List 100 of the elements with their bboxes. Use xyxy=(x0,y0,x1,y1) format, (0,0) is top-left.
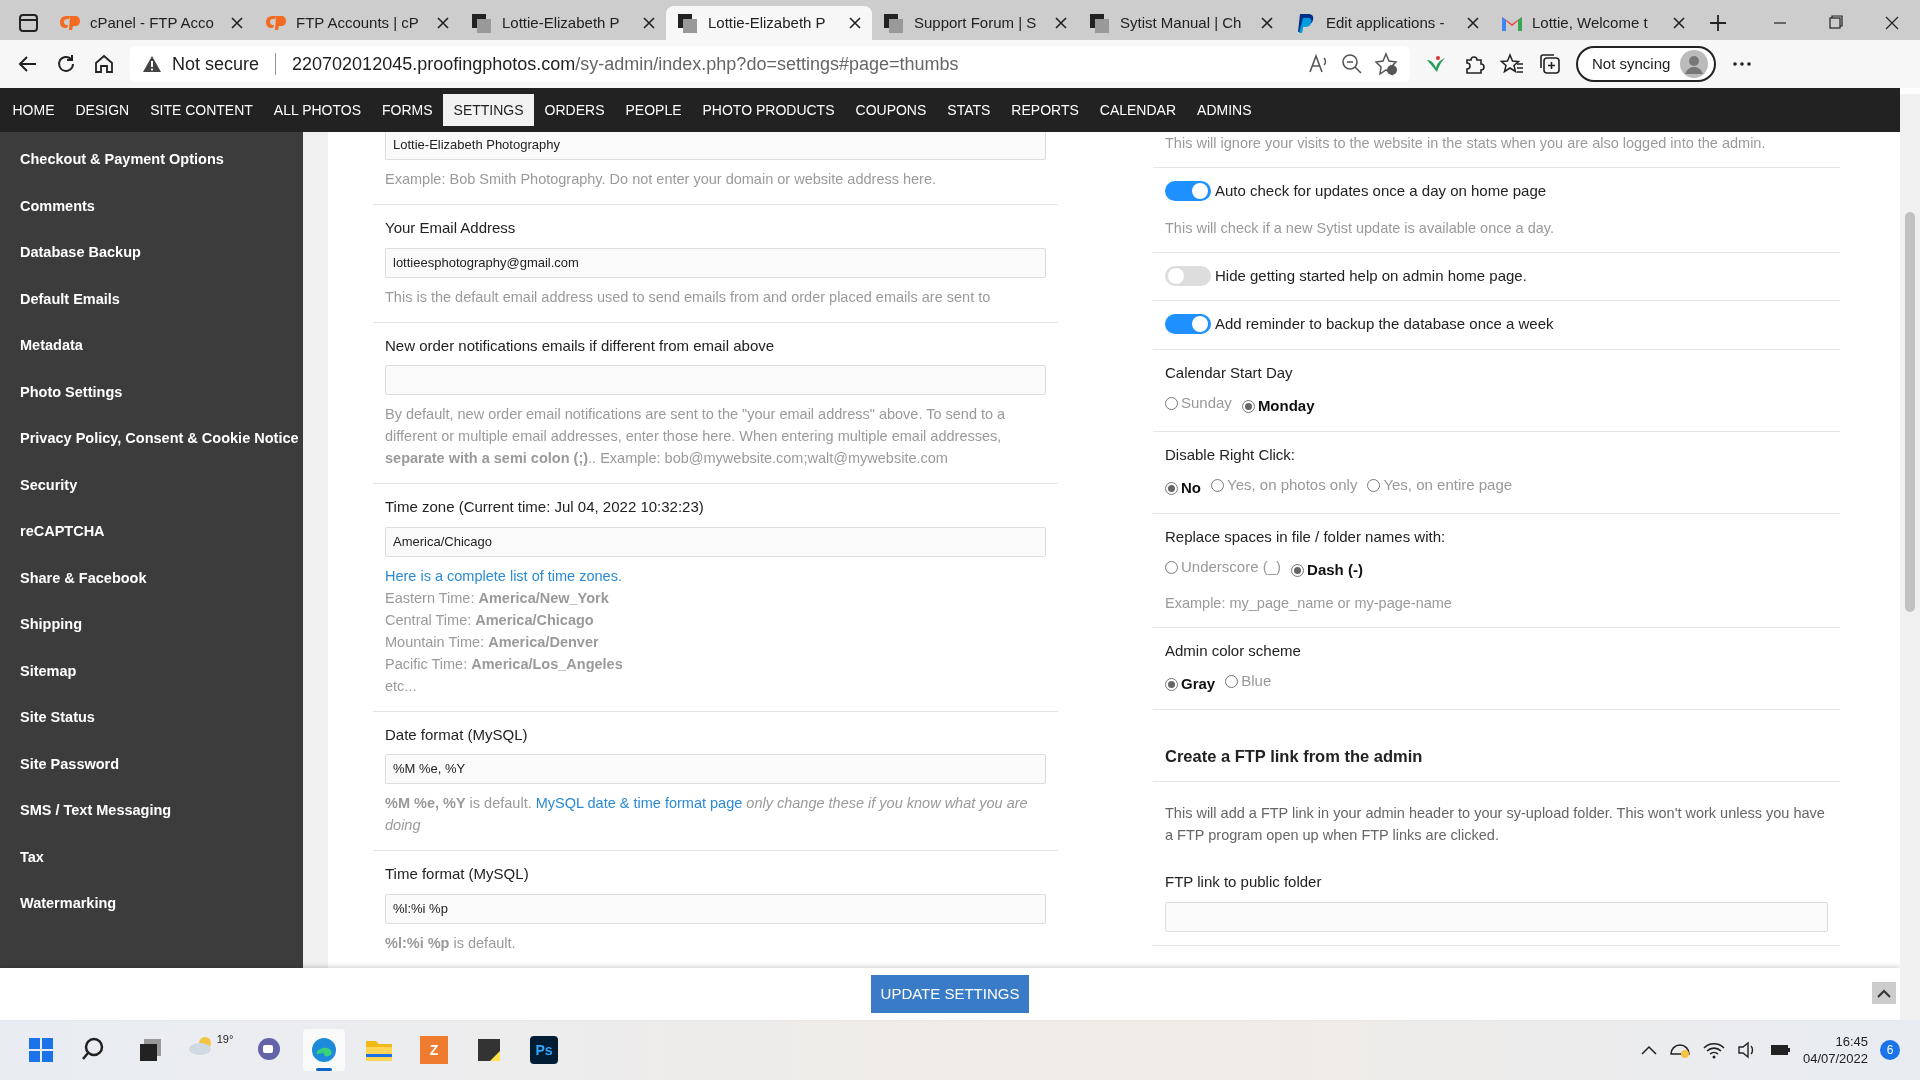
help-text: This will ignore your visits to the website in the stats when you are also logged into the admin. xyxy=(1165,134,1767,153)
close-icon[interactable] xyxy=(1672,16,1686,30)
radio-button[interactable] xyxy=(1291,563,1305,577)
sidebar-item[interactable]: Database Backup xyxy=(0,230,303,277)
scrollbar[interactable] xyxy=(1900,94,1920,1020)
field-label: Replace spaces in file / folder names with: xyxy=(1165,526,1447,547)
input-field[interactable]: %M %e, %Y xyxy=(385,754,1046,784)
sidebar-item[interactable]: SMS / Text Messaging xyxy=(0,788,303,835)
radio-label: Underscore (_) xyxy=(1181,557,1282,577)
nav-link-item[interactable]: SETTINGS xyxy=(443,94,535,126)
update-settings-button[interactable]: UPDATE SETTINGS xyxy=(870,974,1030,1014)
nav-link-item[interactable]: FORMS xyxy=(371,94,444,126)
radio-button[interactable] xyxy=(1225,674,1239,688)
sidebar-item[interactable]: Tax xyxy=(0,834,303,881)
scroll-thumb[interactable] xyxy=(1905,212,1915,612)
timezone-link[interactable]: Here is a complete list of time zones. xyxy=(385,564,1046,587)
close-icon[interactable] xyxy=(1466,16,1480,30)
clock-time[interactable]: 16:45 xyxy=(1802,1033,1868,1050)
input-field[interactable]: %l:%i %p xyxy=(385,893,1046,924)
input-field[interactable]: lottieesphotography@gmail.com xyxy=(385,247,1046,278)
browser-tab[interactable]: Edit applications - xyxy=(1284,6,1490,40)
browser-tab[interactable]: Support Forum | S xyxy=(872,6,1078,40)
help-link[interactable]: MySQL date & time format page xyxy=(535,795,743,811)
address-bar[interactable]: Not secure 220702012045.proofingphotos.com/sy-admin/index.php?do=settings#page=thumbs xyxy=(130,46,1410,82)
profile-button[interactable]: Not syncing xyxy=(1576,46,1717,82)
notification-badge[interactable]: 6 xyxy=(1880,1040,1900,1060)
nav-link-item[interactable]: REPORTS xyxy=(1000,94,1090,126)
help-text: %M %e, %Y is default. MySQL date & time format page only change these if you know what you are doing xyxy=(385,794,1029,835)
input-field[interactable] xyxy=(1165,901,1828,932)
nav-link-item[interactable]: PEOPLE xyxy=(615,94,693,126)
sidebar-item[interactable]: Site Status xyxy=(0,695,303,742)
nav-link-item[interactable]: ORDERS xyxy=(534,94,615,126)
nav-link-item[interactable]: PHOTO PRODUCTS xyxy=(692,94,845,126)
browser-tab[interactable]: Lottie, Welcome t xyxy=(1490,6,1696,40)
sidebar-item[interactable]: Photo Settings xyxy=(0,369,303,416)
nav-link-item[interactable]: SITE CONTENT xyxy=(139,94,264,126)
sidebar-item[interactable]: Sitemap xyxy=(0,648,303,695)
warning-icon xyxy=(142,54,162,74)
nav-link-item[interactable]: DESIGN xyxy=(65,94,140,126)
field-label: Date format (MySQL) xyxy=(385,724,529,745)
chevron-up-icon[interactable] xyxy=(1640,1044,1657,1056)
pages-icon xyxy=(1088,12,1110,34)
sidebar-item[interactable]: reCAPTCHA xyxy=(0,509,303,556)
toggle-switch[interactable] xyxy=(1165,314,1211,335)
taskbar-icon[interactable]: 19° xyxy=(185,1029,235,1071)
zoom-out-icon[interactable] xyxy=(1340,52,1364,76)
browser-tab[interactable]: cPanel - FTP Acco xyxy=(48,6,254,40)
sidebar-item[interactable]: Metadata xyxy=(0,323,303,370)
input-field[interactable]: Lottie-Elizabeth Photography xyxy=(385,132,1046,160)
nav-link-item[interactable]: STATS xyxy=(936,94,1001,126)
wifi-icon[interactable] xyxy=(1702,1041,1725,1059)
home-icon[interactable] xyxy=(92,52,116,76)
nav-link-item[interactable]: HOME xyxy=(2,94,65,126)
radio-button[interactable] xyxy=(1165,560,1178,574)
toggle-switch[interactable] xyxy=(1165,181,1211,202)
close-icon[interactable] xyxy=(1260,16,1274,30)
nav-link-item[interactable]: CALENDAR xyxy=(1089,94,1187,126)
field-label: New order notifications emails if different from email above xyxy=(385,335,776,356)
browser-tab[interactable]: Sytist Manual | Ch xyxy=(1078,6,1284,40)
radio-button[interactable] xyxy=(1165,677,1178,691)
close-icon[interactable] xyxy=(642,16,656,30)
radio-button[interactable] xyxy=(1165,396,1178,410)
sidebar-item[interactable]: Security xyxy=(0,462,303,509)
help-text: Example: my_page_name or my-page-name xyxy=(1165,593,1453,613)
sidebar-item[interactable]: Watermarking xyxy=(0,881,303,928)
input-field[interactable] xyxy=(385,365,1046,395)
timezone-example: Eastern Time: America/New_York xyxy=(385,588,610,608)
radio-button[interactable] xyxy=(1241,399,1255,413)
battery-icon[interactable] xyxy=(1768,1042,1791,1058)
scroll-top-button[interactable] xyxy=(1872,982,1896,1004)
input-field[interactable]: America/Chicago xyxy=(385,526,1046,557)
sidebar-item[interactable]: Checkout & Payment Options xyxy=(0,137,303,184)
clock-date[interactable]: 04/07/2022 xyxy=(1802,1050,1868,1067)
sidebar-item[interactable]: Shipping xyxy=(0,602,303,649)
help-text: This will check if a new Sytist update is available once a day. xyxy=(1165,218,1555,238)
taskbar-icon[interactable]: Ps xyxy=(523,1029,565,1071)
favorites-icon[interactable] xyxy=(1500,52,1524,76)
close-icon[interactable] xyxy=(230,16,244,30)
close-icon[interactable] xyxy=(848,16,862,30)
sidebar-item[interactable]: Privacy Policy, Consent & Cookie Notice xyxy=(0,416,303,463)
sidebar-item[interactable]: Site Password xyxy=(0,741,303,788)
radio-button[interactable] xyxy=(1367,478,1381,492)
nav-link-item[interactable]: ALL PHOTOS xyxy=(263,94,372,126)
close-icon[interactable] xyxy=(1054,16,1068,30)
help-text: By default, new order email notifications are sent to the "your email address" above. To send to a different or multiple email addresses, enter those here. When entering multiple email addresses, separate with a semi colon (;).. Example: bob@mywebsite.com;walt@mywebsite.com xyxy=(385,405,1007,468)
favorite-add-icon[interactable] xyxy=(1374,52,1398,76)
close-icon[interactable] xyxy=(436,16,450,30)
nav-link-item[interactable]: COUPONS xyxy=(845,94,937,126)
radio-button[interactable] xyxy=(1211,478,1224,492)
nav-link-item[interactable]: ADMINS xyxy=(1186,94,1262,126)
toggle-switch[interactable] xyxy=(1165,265,1211,286)
sidebar-item[interactable]: Default Emails xyxy=(0,276,303,323)
browser-tab[interactable]: Lottie-Elizabeth P xyxy=(666,6,872,40)
sidebar-item[interactable]: Share & Facebook xyxy=(0,555,303,602)
pages-icon xyxy=(470,12,492,34)
collections-icon[interactable] xyxy=(1538,52,1562,76)
sidebar-item[interactable]: Comments xyxy=(0,183,303,230)
radio-button[interactable] xyxy=(1165,481,1178,495)
browser-tab[interactable]: FTP Accounts | cP xyxy=(254,6,460,40)
browser-tab[interactable]: Lottie-Elizabeth P xyxy=(460,6,666,40)
